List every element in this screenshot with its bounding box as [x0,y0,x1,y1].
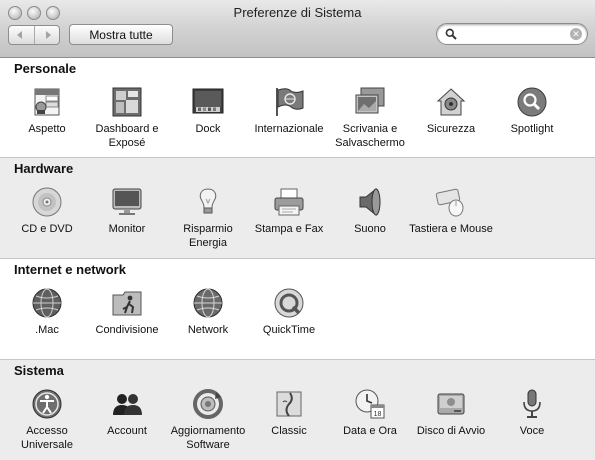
classic-icon [276,391,302,417]
pref-pane-label: Network [187,324,229,336]
software-update-icon [193,389,223,419]
pref-pane-sicurezza[interactable]: Sicurezza [409,86,493,136]
pref-pane-label: Tastiera e Mouse [409,223,493,235]
pref-pane-tastiera-mouse[interactable]: Tastiera e Mouse [409,186,493,236]
pref-pane-label: Condivisione [95,324,159,336]
pref-pane-label: Disco di Avvio [416,425,486,437]
appearance-icon [34,88,60,116]
pref-pane-label: Risparmio Energia [183,223,233,249]
pref-pane-label: Accesso Universale [21,425,73,451]
hard-disk-icon [437,393,465,415]
accessibility-icon [32,389,62,419]
left-arrow-icon [16,31,22,39]
pref-pane-aspetto[interactable]: Aspetto [5,86,89,136]
pref-pane-suono[interactable]: Suono [328,186,412,236]
dashboard-expose-icon [112,87,142,117]
clock-calendar-icon: 18 [355,389,385,419]
pref-pane-label: Dashboard e Exposé [95,123,159,149]
pref-pane-label: Monitor [108,223,146,235]
accounts-icon [113,394,142,415]
house-lock-icon [436,88,466,116]
section-title: Personale [14,61,77,76]
search-input[interactable] [461,27,569,41]
back-forward-control [8,25,60,45]
pref-pane-label: Account [107,425,147,437]
pref-pane-voce[interactable]: Voce [490,388,574,438]
flag-icon [276,88,304,116]
lightbulb-icon [199,188,217,214]
pref-pane-label: Aggiornamento Software [170,425,246,451]
pref-pane-label: Classic [271,425,307,437]
pref-pane-dashboard-expose[interactable]: Dashboard e Exposé [85,86,169,150]
pref-pane-mac[interactable]: .Mac [5,287,89,337]
pref-pane-label: Suono [354,223,386,235]
section-personale: Personale Aspetto Dashboard e Exposé Doc… [0,58,595,157]
pref-pane-label: Dock [195,123,221,135]
right-arrow-icon [46,31,52,39]
pref-pane-spotlight[interactable]: Spotlight [490,86,574,136]
back-button[interactable] [9,26,35,44]
show-all-button[interactable]: Mostra tutte [69,24,173,45]
forward-button[interactable] [35,26,60,44]
pref-pane-condivisione[interactable]: Condivisione [85,287,169,337]
pref-pane-label: Spotlight [510,123,554,135]
pref-pane-accesso-universale[interactable]: Accesso Universale [5,388,89,452]
printer-icon [274,188,304,216]
svg-text:18: 18 [374,411,382,418]
pref-pane-internazionale[interactable]: Internazionale [247,86,331,136]
search-icon [445,28,457,40]
pref-pane-scrivania-salvaschermo[interactable]: Scrivania e Salvaschermo [328,86,412,150]
pref-pane-label: Aspetto [28,123,66,135]
pref-pane-aggiornamento-software[interactable]: Aggiornamento Software [166,388,250,452]
pref-pane-risparmio-energia[interactable]: Risparmio Energia [166,186,250,250]
dock-icon [192,88,224,114]
section-title: Sistema [14,363,64,378]
section-hardware: Hardware CD e DVD Monitor Risparmio Ener… [0,158,595,258]
globe-icon [32,288,62,318]
pref-pane-label: Stampa e Fax [254,223,324,235]
section-internet-network: Internet e network .Mac Condivisione Net… [0,259,595,359]
pref-pane-label: Sicurezza [426,123,476,135]
pref-pane-stampa-fax[interactable]: Stampa e Fax [247,186,331,236]
keyboard-mouse-icon [435,188,464,217]
pref-pane-label: Data e Ora [343,425,397,437]
desktop-screensaver-icon [355,87,385,114]
section-title: Internet e network [14,262,126,277]
pref-pane-label: Voce [519,425,545,437]
pref-pane-dock[interactable]: Dock [166,86,250,136]
pref-pane-disco-avvio[interactable]: Disco di Avvio [409,388,493,438]
quicktime-icon [274,288,304,318]
pref-pane-label: QuickTime [262,324,316,336]
spotlight-icon [517,87,547,117]
pref-pane-monitor[interactable]: Monitor [85,186,169,236]
pref-pane-quicktime[interactable]: QuickTime [247,287,331,337]
pref-pane-label: .Mac [35,324,59,336]
window-toolbar: Preferenze di Sistema Mostra tutte ✕ [0,0,595,58]
pref-pane-data-ora[interactable]: 18 Data e Ora [328,388,412,438]
window-title: Preferenze di Sistema [233,5,362,20]
section-title: Hardware [14,161,74,176]
pref-pane-label: Internazionale [254,123,324,135]
network-globe-icon [193,288,223,318]
pref-pane-network[interactable]: Network [166,287,250,337]
pref-pane-cd-dvd[interactable]: CD e DVD [5,186,89,236]
pref-pane-classic[interactable]: Classic [247,388,331,438]
pref-pane-account[interactable]: Account [85,388,169,438]
clear-search-icon[interactable]: ✕ [570,28,582,40]
pref-pane-label: Scrivania e Salvaschermo [335,123,405,149]
sharing-folder-icon [112,291,142,316]
section-sistema: Sistema Accesso Universale Account Aggio… [0,360,595,460]
system-preferences-window: Preferenze di Sistema Mostra tutte ✕ Per… [0,0,595,460]
monitor-icon [112,188,142,215]
pref-pane-label: CD e DVD [21,223,73,235]
search-field[interactable]: ✕ [436,23,588,45]
disc-icon [32,187,62,217]
microphone-icon [523,389,541,418]
speaker-icon [359,187,381,217]
